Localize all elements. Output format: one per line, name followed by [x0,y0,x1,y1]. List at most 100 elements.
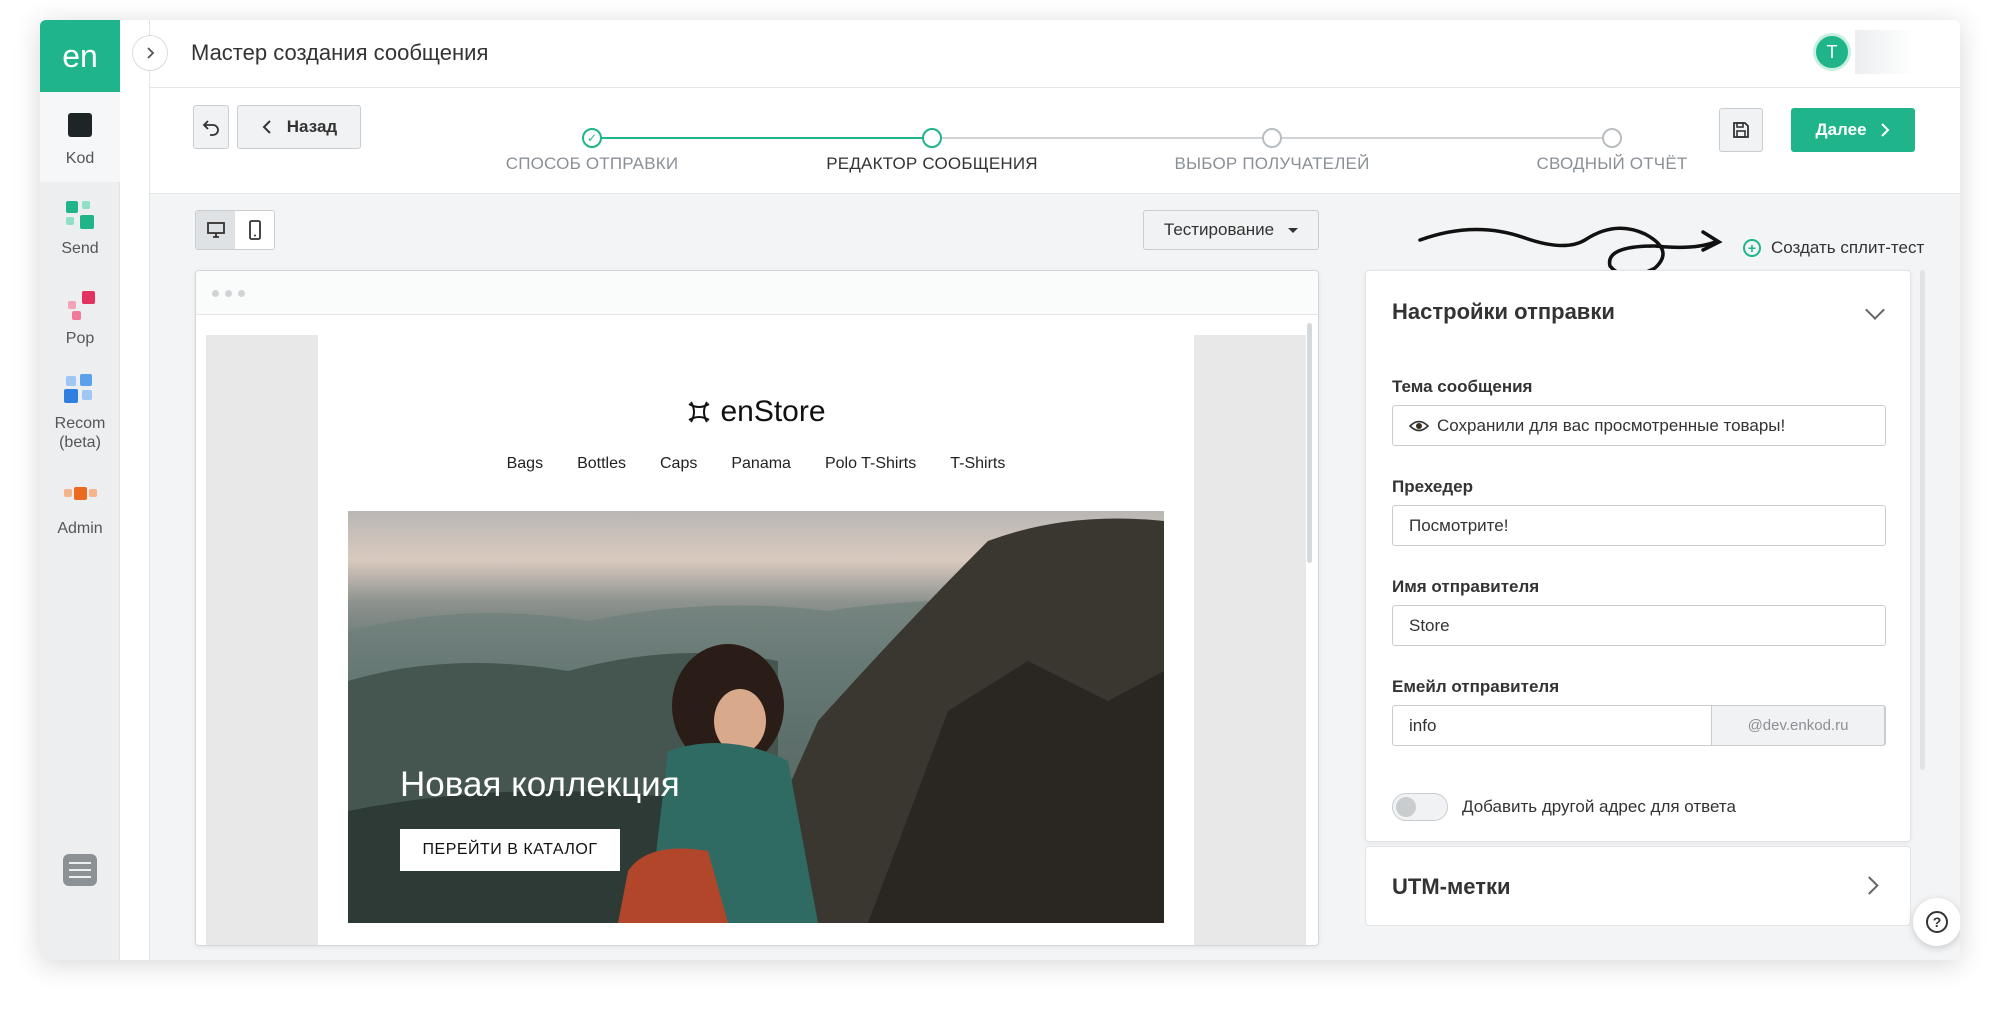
chevron-right-icon [1880,123,1889,137]
wizard-bar: Назад ✓ СПОСОБ ОТПРАВКИ РЕДАКТОР СООБЩЕН… [150,88,1960,194]
step-label-send-method[interactable]: СПОСОБ ОТПРАВКИ [442,154,742,174]
sidebar-collapse-strip [120,20,150,960]
preview-toolbar [196,271,1318,315]
send-settings-panel: Настройки отправки Тема сообщения Сохран… [1365,270,1911,842]
chevron-right-icon [147,47,155,59]
back-button-label: Назад [286,117,338,136]
sidebar-item-send[interactable]: Send [40,182,120,272]
app-window: en Kod Send Pop Recom (beta) Admin Масте… [40,20,1960,960]
step-dot-report[interactable] [1602,128,1622,148]
sidebar-item-label: Kod [65,149,95,167]
app-logo[interactable]: en [40,20,120,92]
back-button[interactable]: Назад [237,105,361,149]
caret-down-icon [1288,227,1299,233]
help-button[interactable]: ? [1913,898,1960,946]
pop-blocks-icon [62,287,98,323]
email-menu-item[interactable]: Bags [507,455,543,473]
preheader-label: Прехедер [1392,477,1473,496]
sidebar-item-label: Pop [65,329,95,347]
email-menu-item[interactable]: Caps [660,455,697,473]
sender-email-field[interactable]: info @dev.enkod.ru [1392,705,1886,746]
sender-email-value: info [1409,715,1437,735]
mobile-view-button[interactable] [235,211,274,249]
enstore-logo-icon [688,401,710,423]
email-brand: enStore [318,395,1194,429]
chevron-right-icon [1860,876,1879,895]
send-blocks-icon [62,197,98,233]
sender-name-value: Store [1409,615,1450,635]
split-test-label: Создать сплит-тест [1771,238,1925,257]
chevron-down-icon[interactable] [1865,300,1885,320]
testing-dropdown[interactable]: Тестирование [1143,210,1319,250]
sidebar-item-label: Send [61,239,99,257]
eye-icon[interactable] [1409,419,1429,433]
hero-title: Новая коллекция [400,765,680,804]
mobile-phone-icon [248,220,261,240]
step-line-3 [1282,137,1612,139]
step-label-recipients[interactable]: ВЫБОР ПОЛУЧАТЕЛЕЙ [1122,154,1422,174]
email-menu: Bags Bottles Caps Panama Polo T-Shirts T… [318,455,1194,473]
undo-button[interactable] [193,105,229,149]
question-icon: ? [1926,911,1948,933]
expand-sidebar-button[interactable] [132,35,168,71]
sender-name-field[interactable]: Store [1392,605,1886,646]
utm-title: UTM-метки [1392,874,1511,899]
email-menu-item[interactable]: T-Shirts [950,455,1005,473]
email-menu-item[interactable]: Polo T-Shirts [825,455,916,473]
step-dot-recipients[interactable] [1262,128,1282,148]
avatar[interactable]: T [1813,33,1851,71]
sidebar-item-label: Recom (beta) [54,415,106,451]
hero-image: Новая коллекция ПЕРЕЙТИ В КАТАЛОГ [348,511,1164,923]
sidebar-item-label: Admin [57,519,103,537]
window-dots-icon [212,290,245,297]
preheader-field[interactable]: Посмотрите! [1392,505,1886,546]
email-body[interactable]: enStore Bags Bottles Caps Panama Polo T-… [318,335,1194,945]
step-check-icon[interactable]: ✓ [582,128,602,148]
settings-scrollbar[interactable] [1920,270,1925,770]
utm-panel[interactable]: UTM-метки [1365,846,1911,926]
email-brand-name: enStore [720,395,826,428]
subject-value: Сохранили для вас просмотренные товары! [1437,415,1786,435]
subject-label: Тема сообщения [1392,377,1533,396]
reply-address-toggle[interactable] [1392,793,1448,821]
email-preview: enStore Bags Bottles Caps Panama Polo T-… [195,270,1319,946]
step-line-1 [602,137,932,139]
desktop-monitor-icon [206,222,225,238]
sidebar-item-admin[interactable]: Admin [40,462,120,552]
step-label-report[interactable]: СВОДНЫЙ ОТЧЁТ [1462,154,1762,174]
sender-email-domain: @dev.enkod.ru [1711,705,1885,746]
create-split-test-button[interactable]: + Создать сплит-тест [1743,238,1924,258]
preheader-value: Посмотрите! [1409,515,1509,535]
sidebar-item-pop[interactable]: Pop [40,272,120,362]
step-dot-current[interactable] [922,128,942,148]
send-settings-title: Настройки отправки [1392,299,1615,324]
recom-blocks-icon [62,372,98,408]
step-label-editor[interactable]: РЕДАКТОР СООБЩЕНИЯ [782,154,1082,174]
sidebar: en Kod Send Pop Recom (beta) Admin [40,20,120,960]
device-view-toggle [195,210,275,250]
settings-sliders-icon[interactable] [63,854,97,886]
chevron-left-icon [262,120,271,134]
floppy-save-icon [1733,122,1749,138]
save-button[interactable] [1719,108,1763,152]
preview-scrollbar[interactable] [1307,323,1312,563]
user-name-fade [1855,30,1915,74]
email-menu-item[interactable]: Panama [731,455,791,473]
desktop-view-button[interactable] [196,211,235,249]
email-menu-item[interactable]: Bottles [577,455,626,473]
sidebar-item-kod[interactable]: Kod [40,92,120,182]
subject-field[interactable]: Сохранили для вас просмотренные товары! [1392,405,1886,446]
testing-dropdown-label: Тестирование [1163,220,1275,239]
admin-blocks-icon [62,477,98,513]
reply-address-toggle-label: Добавить другой адрес для ответа [1462,797,1736,816]
sidebar-item-recom[interactable]: Recom (beta) [40,362,120,462]
plus-circle-icon: + [1743,239,1761,257]
header: Мастер создания сообщения T [150,20,1960,88]
undo-icon [202,120,219,136]
next-button-label: Далее [1815,120,1867,139]
sender-email-label: Емейл отправителя [1392,677,1560,696]
sender-name-label: Имя отправителя [1392,577,1540,596]
catalog-button[interactable]: ПЕРЕЙТИ В КАТАЛОГ [400,829,620,871]
page-title: Мастер создания сообщения [191,40,489,65]
next-button[interactable]: Далее [1791,108,1915,152]
